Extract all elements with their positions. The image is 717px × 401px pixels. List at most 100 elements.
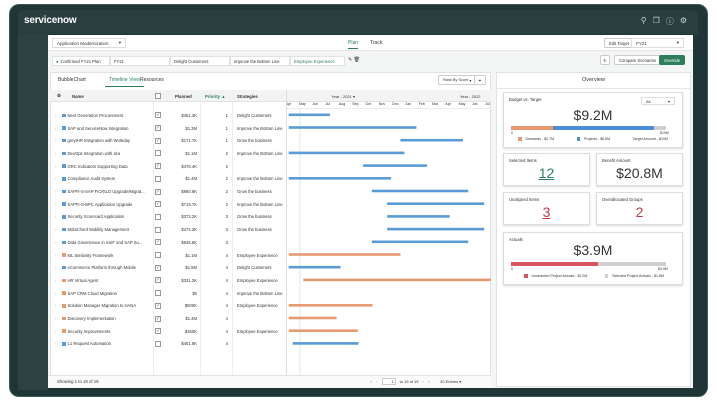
row-name[interactable]: greytHR Integration with Workday (68, 138, 131, 143)
tab-bubblechart[interactable]: BubbleChart (58, 77, 86, 83)
tab-timeline-view[interactable]: Timeline View (105, 77, 144, 87)
expand-chevron-icon[interactable]: › (55, 113, 56, 118)
gantt-bar[interactable] (363, 164, 428, 167)
row-name[interactable]: HR Virtual Agent (68, 278, 99, 283)
row-checkbox[interactable]: ✓ (155, 201, 161, 208)
expand-chevron-icon[interactable]: › (55, 126, 56, 131)
row-name[interactable]: GRC Indicators Supporting Data (68, 164, 128, 169)
selected-items-value[interactable]: 12 (504, 165, 589, 181)
gantt-bar[interactable] (400, 138, 463, 142)
gantt-bar[interactable] (292, 342, 359, 345)
gantt-bar[interactable] (288, 329, 358, 332)
row-name[interactable]: Next Generation Procurement (68, 113, 124, 118)
expand-chevron-icon[interactable]: › (55, 278, 56, 283)
gantt-bar[interactable] (303, 278, 491, 282)
row-checkbox[interactable]: ✓ (155, 302, 161, 309)
expand-chevron-icon[interactable]: › (55, 316, 56, 321)
gantt-bar[interactable] (387, 215, 450, 218)
gantt-bar[interactable] (371, 240, 469, 244)
strategy-chip[interactable]: Employee Experience (290, 56, 345, 66)
row-name[interactable]: Security Scorecard Application (68, 214, 125, 219)
expand-chevron-icon[interactable]: › (55, 189, 56, 194)
expand-chevron-icon[interactable]: › (55, 151, 56, 156)
unaligned-items-card[interactable]: Unaligned Items 3 (503, 192, 590, 225)
gantt-bar[interactable] (288, 316, 337, 320)
expand-chevron-icon[interactable]: › (55, 265, 56, 270)
row-checkbox[interactable]: ✓ (155, 137, 161, 144)
row-checkbox[interactable] (155, 290, 161, 297)
row-name[interactable]: SAPFI-S-BPC Application Upgrade (68, 202, 133, 207)
row-name[interactable]: eCommerce Platform through Mobile (68, 265, 136, 270)
select-all-checkbox[interactable] (155, 93, 161, 99)
expand-chevron-icon[interactable]: › (55, 138, 56, 143)
year-2021-select[interactable]: Year - 2021 ▾ (305, 94, 355, 99)
expand-chevron-icon[interactable]: › (55, 240, 56, 245)
gantt-bar[interactable] (288, 265, 341, 269)
filter-icon[interactable]: ⏷ (474, 75, 486, 85)
row-name[interactable]: SAPFI-S-SAP FIO/SLO Upgrade/Migrat... (68, 189, 145, 194)
plan-chip[interactable]: ● Confirmed FY21 Plan (52, 56, 110, 66)
year-chip[interactable]: FY21 (110, 56, 170, 66)
expand-chevron-icon[interactable]: › (55, 291, 56, 296)
edit-icon[interactable]: ✎ (348, 57, 352, 63)
row-name[interactable]: ML Similarity Framework (68, 253, 114, 258)
refresh-button[interactable]: ↻ (600, 55, 610, 65)
row-checkbox[interactable]: ✓ (155, 315, 161, 322)
row-checkbox[interactable]: ✓ (155, 112, 161, 119)
gantt-bar[interactable] (288, 151, 405, 155)
row-name[interactable]: MobiChord Mobility Management (68, 227, 129, 232)
row-checkbox[interactable]: ✓ (155, 163, 161, 170)
column-priority[interactable]: Priority ▲ (205, 94, 226, 99)
expand-chevron-icon[interactable]: › (55, 227, 56, 232)
prev-page-icon[interactable]: ‹ (376, 379, 377, 384)
tab-plan[interactable]: Plan (348, 40, 359, 49)
gear-icon[interactable]: ⚙ (680, 16, 687, 27)
column-planned[interactable]: Planned (175, 94, 192, 99)
row-checkbox[interactable] (155, 226, 161, 233)
row-name[interactable]: Compliance Audit System (68, 176, 116, 181)
row-checkbox[interactable]: ✓ (155, 125, 161, 132)
row-checkbox[interactable]: ✓ (155, 188, 161, 195)
row-checkbox[interactable] (155, 150, 161, 157)
row-name[interactable]: Data Governance in SorF and SAP Su... (68, 240, 143, 245)
row-checkbox[interactable] (155, 340, 161, 347)
gantt-bar[interactable] (387, 227, 485, 231)
first-page-icon[interactable]: « (370, 379, 372, 384)
gantt-bar[interactable] (371, 189, 469, 193)
expand-chevron-icon[interactable]: › (55, 214, 56, 219)
tab-track[interactable]: Track (370, 40, 382, 46)
tab-resources[interactable]: Resources (140, 77, 164, 83)
column-name[interactable]: Name (72, 94, 84, 99)
overallocated-groups-card[interactable]: Overallocated Groups 2 (596, 192, 683, 225)
gantt-bar[interactable] (288, 253, 401, 256)
expand-chevron-icon[interactable]: › (55, 253, 56, 258)
row-checkbox[interactable]: ✓ (155, 239, 161, 246)
gantt-bar[interactable] (288, 304, 373, 307)
row-name[interactable]: Security Improvements (68, 329, 111, 334)
chat-icon[interactable]: ❐ (653, 16, 660, 27)
budget-filter-select[interactable]: All ▾ (641, 97, 675, 105)
expand-chevron-icon[interactable]: › (55, 176, 56, 181)
expand-chevron-icon[interactable]: › (55, 164, 56, 169)
strategy-chip[interactable]: Delight Customers (170, 56, 230, 66)
gantt-bar[interactable] (288, 126, 417, 129)
override-button[interactable]: Override (659, 55, 686, 65)
search-icon[interactable]: ⚲ (641, 16, 647, 27)
row-checkbox[interactable]: ✓ (155, 277, 161, 284)
expand-chevron-icon[interactable]: › (55, 303, 56, 308)
overallocated-value[interactable]: 2 (597, 204, 682, 220)
expand-chevron-icon[interactable]: › (55, 341, 56, 346)
row-name[interactable]: DevOps Integration with Jira (68, 151, 121, 156)
row-name[interactable]: SAP CRM Cloud Migration (68, 291, 118, 296)
row-checkbox[interactable] (155, 175, 161, 182)
expand-chevron-icon[interactable]: › (55, 329, 56, 334)
last-page-icon[interactable]: » (428, 379, 430, 384)
page-input[interactable]: 1 (381, 378, 396, 385)
delete-icon[interactable]: 🗑 (354, 57, 360, 63)
next-page-icon[interactable]: › (422, 379, 423, 384)
row-checkbox[interactable]: ✓ (155, 328, 161, 335)
target-select[interactable]: FY21 ▾ (631, 38, 684, 48)
row-name[interactable]: L1 Request Automation (68, 341, 112, 346)
help-icon[interactable]: ⓘ (666, 16, 674, 27)
row-checkbox[interactable] (155, 252, 161, 259)
